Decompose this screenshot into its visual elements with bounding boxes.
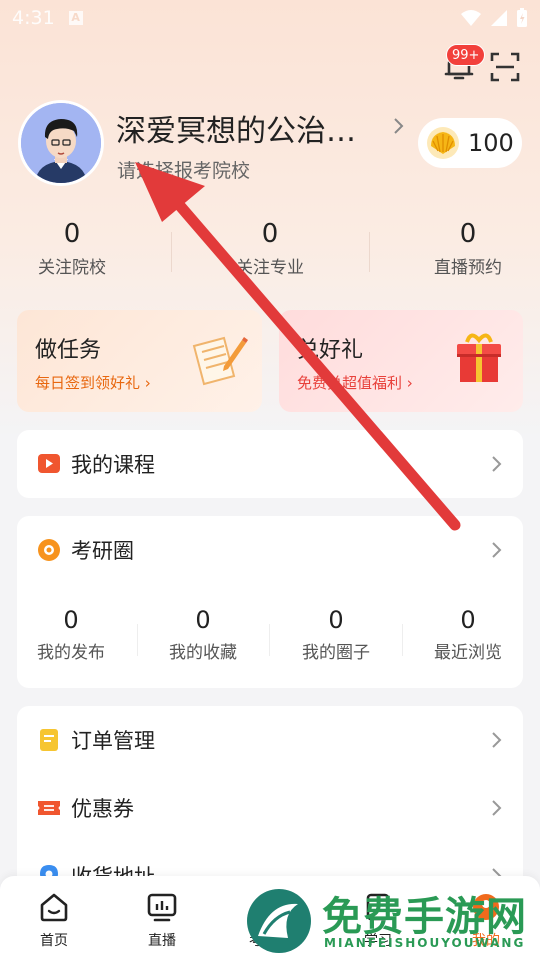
stat-label: 我的收藏 xyxy=(169,643,237,663)
live-tv-icon xyxy=(147,893,177,922)
watermark-title: 免费手游网 xyxy=(322,893,527,940)
stat-value: 0 xyxy=(459,219,477,249)
circle-icon xyxy=(38,539,60,561)
coupons-label: 优惠券 xyxy=(71,797,134,821)
stat-value: 0 xyxy=(63,219,81,249)
stat-value: 0 xyxy=(460,606,476,634)
watermark-subtitle: MIANFEISHOUYOUWANG xyxy=(324,936,526,950)
stat-live-reservations[interactable]: 0 直播预约 xyxy=(403,214,533,282)
stat-recent-views[interactable]: 0 最近浏览 xyxy=(408,602,528,668)
stat-value: 0 xyxy=(195,606,211,634)
stat-label: 关注院校 xyxy=(38,258,106,278)
stat-followed-schools[interactable]: 0 关注院校 xyxy=(7,214,137,282)
status-time: 4:31 xyxy=(12,7,55,29)
notepad-pencil-icon xyxy=(192,336,248,386)
orders-row[interactable]: 订单管理 xyxy=(17,706,523,774)
gift-box-icon xyxy=(457,333,501,382)
nav-live-label: 直播 xyxy=(148,933,176,949)
stat-label: 我的圈子 xyxy=(302,643,370,663)
wifi-icon xyxy=(461,10,481,26)
watermark-logo-icon xyxy=(247,889,311,953)
chevron-right-icon xyxy=(492,732,502,748)
stat-value: 0 xyxy=(261,219,279,249)
status-icons xyxy=(460,8,528,28)
stat-value: 0 xyxy=(63,606,79,634)
stat-label: 关注专业 xyxy=(236,258,304,278)
stat-my-favorites[interactable]: 0 我的收藏 xyxy=(143,602,263,668)
circle-row[interactable]: 考研圈 xyxy=(17,516,523,584)
signal-icon xyxy=(491,10,507,26)
circle-label: 考研圈 xyxy=(71,539,134,563)
stat-label: 我的发布 xyxy=(37,643,105,663)
orders-label: 订单管理 xyxy=(71,729,155,753)
coupon-icon xyxy=(38,801,60,815)
nav-home-label: 首页 xyxy=(40,933,68,949)
stat-my-circles[interactable]: 0 我的圈子 xyxy=(276,602,396,668)
notification-app-icon: A xyxy=(68,11,83,25)
points-value: 100 xyxy=(468,129,514,157)
chevron-right-icon xyxy=(492,542,502,558)
chevron-right-icon xyxy=(492,456,502,472)
my-courses-card[interactable]: 我的课程 xyxy=(17,430,523,498)
chevron-right-icon xyxy=(492,800,502,816)
stat-my-posts[interactable]: 0 我的发布 xyxy=(11,602,131,668)
points-badge[interactable]: 100 xyxy=(418,118,522,168)
stat-followed-majors[interactable]: 0 关注专业 xyxy=(205,214,335,282)
avatar-image xyxy=(21,103,101,183)
notification-badge: 99+ xyxy=(446,44,486,66)
follow-stats: 0 关注院校 0 关注专业 0 直播预约 xyxy=(0,214,540,290)
order-icon xyxy=(40,729,58,751)
divider xyxy=(369,232,370,272)
my-courses-label: 我的课程 xyxy=(71,453,155,477)
stat-label: 最近浏览 xyxy=(434,643,502,663)
watermark: 免费手游网 MIANFEISHOUYOUWANG xyxy=(244,884,540,960)
divider xyxy=(269,624,270,656)
stat-value: 0 xyxy=(328,606,344,634)
coupons-row[interactable]: 优惠券 xyxy=(17,774,523,842)
battery-icon xyxy=(517,8,527,27)
profile-chevron-icon[interactable] xyxy=(392,116,406,140)
nav-live[interactable]: 直播 xyxy=(127,892,197,950)
stat-label: 直播预约 xyxy=(434,258,502,278)
nav-home[interactable]: 首页 xyxy=(19,892,89,950)
divider xyxy=(402,624,403,656)
task-card[interactable]: 做任务 每日签到领好礼 › xyxy=(17,310,262,412)
home-icon xyxy=(40,893,68,922)
scan-button[interactable] xyxy=(490,52,520,82)
select-school-link[interactable]: 请选择报考院校 xyxy=(117,156,250,183)
avatar[interactable] xyxy=(18,100,104,186)
scan-icon xyxy=(490,52,520,82)
my-courses-row[interactable]: 我的课程 xyxy=(17,430,523,498)
divider xyxy=(137,624,138,656)
shell-coin-icon xyxy=(427,127,459,159)
circle-stats: 0 我的发布 0 我的收藏 0 我的圈子 0 最近浏览 xyxy=(17,602,523,682)
gift-card[interactable]: 兑好礼 免费兑超值福利 › xyxy=(279,310,523,412)
status-bar: 4:31 A xyxy=(0,0,540,36)
circle-card: 考研圈 0 我的发布 0 我的收藏 0 我的圈子 0 最近浏览 xyxy=(17,516,523,688)
profile-name[interactable]: 深爱冥想的公治… xyxy=(116,106,356,150)
divider xyxy=(171,232,172,272)
play-video-icon xyxy=(38,454,60,473)
